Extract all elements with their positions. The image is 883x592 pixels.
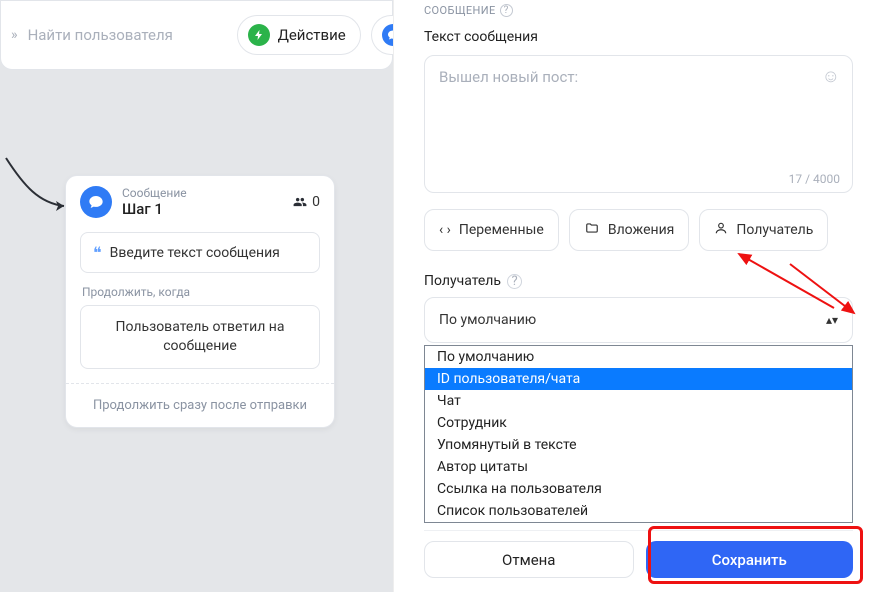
recipient-field-label: Получатель ?: [424, 273, 853, 289]
text-label: Текст сообщения: [424, 29, 853, 45]
flow-canvas[interactable]: » Действие Сооб: [0, 0, 393, 592]
bolt-icon: [248, 24, 270, 46]
recipient-select[interactable]: По умолчанию ▴▾: [424, 297, 853, 343]
user-icon: [714, 221, 728, 239]
node-reach-count: 0: [292, 194, 320, 210]
step-node[interactable]: Сообщение Шаг 1 0 ❝ Введите текст сообще…: [65, 175, 335, 428]
save-button[interactable]: Сохранить: [646, 541, 854, 578]
action-pill[interactable]: Действие: [237, 15, 361, 55]
recipient-dropdown-item[interactable]: Автор цитаты: [425, 456, 852, 478]
search-input[interactable]: [28, 26, 227, 44]
node-eyebrow: Сообщение: [122, 186, 292, 200]
help-icon[interactable]: ?: [507, 274, 522, 289]
recipient-dropdown-item[interactable]: Сотрудник: [425, 412, 852, 434]
section-eyebrow: СООБЩЕНИЕ ?: [424, 4, 853, 17]
quote-icon: ❝: [93, 243, 102, 262]
node-reply-condition[interactable]: Пользователь ответил на сообщение: [80, 305, 320, 369]
code-icon: ‹ ›: [439, 222, 451, 238]
variables-button[interactable]: ‹ › Переменные: [424, 209, 559, 251]
recipient-button[interactable]: Получатель: [699, 209, 828, 251]
sort-caret-icon: ▴▾: [826, 313, 838, 327]
recipient-dropdown-item[interactable]: Список пользователей: [425, 500, 852, 522]
message-textarea-value: Вышел новый пост:: [439, 68, 838, 86]
attachments-button[interactable]: Вложения: [569, 209, 690, 251]
expand-icon[interactable]: »: [11, 26, 18, 44]
recipient-dropdown-item[interactable]: Чат: [425, 390, 852, 412]
node-message-input[interactable]: ❝ Введите текст сообщения: [80, 232, 320, 273]
node-continue-label: Продолжить, когда: [82, 285, 318, 299]
flow-connector-arrow: [4, 156, 74, 216]
node-title: Шаг 1: [122, 200, 292, 218]
char-counter: 17 / 4000: [789, 172, 840, 186]
panel-footer: Отмена Сохранить: [424, 530, 853, 578]
settings-panel: СООБЩЕНИЕ ? Текст сообщения Вышел новый …: [393, 0, 883, 592]
chat-icon: [80, 186, 112, 218]
cancel-button[interactable]: Отмена: [424, 541, 634, 578]
recipient-dropdown-item[interactable]: Упомянутый в тексте: [425, 434, 852, 456]
recipient-dropdown[interactable]: По умолчаниюID пользователя/чатаЧатСотру…: [424, 345, 853, 523]
recipient-dropdown-item[interactable]: Ссылка на пользователя: [425, 478, 852, 500]
message-textarea[interactable]: Вышел новый пост: ☺ 17 / 4000: [424, 55, 853, 193]
recipient-dropdown-item[interactable]: ID пользователя/чата: [425, 368, 852, 390]
step-node-header: Сообщение Шаг 1 0: [66, 176, 334, 226]
emoji-icon[interactable]: ☺: [822, 66, 840, 87]
node-continue-immediately[interactable]: Продолжить сразу после отправки: [66, 383, 334, 427]
canvas-toolbar: » Действие Сооб: [0, 0, 393, 70]
action-pill-label: Действие: [278, 26, 346, 44]
folder-icon: [584, 221, 600, 239]
recipient-dropdown-item[interactable]: По умолчанию: [425, 346, 852, 368]
